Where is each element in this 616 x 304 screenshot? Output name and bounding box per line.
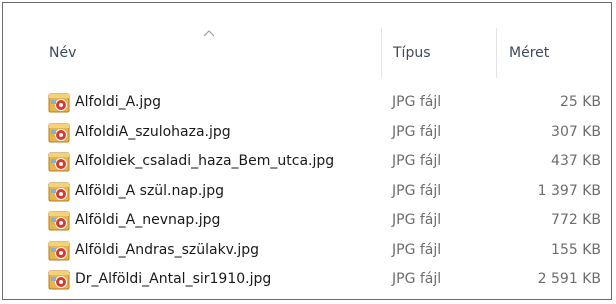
file-size: 437 KB [551, 153, 601, 169]
file-list: Alfoldi_A.jpg JPG fájl 25 KB AlfoldiA_sz… [3, 88, 611, 295]
file-name[interactable]: Dr_Alföldi_Antal_sir1910.jpg [75, 271, 271, 287]
file-name[interactable]: Alföldi_Andras_szülakv.jpg [75, 242, 259, 258]
file-row[interactable]: AlfoldiA_szulohaza.jpg JPG fájl 307 KB [3, 118, 611, 148]
file-type: JPG fájl [392, 271, 442, 287]
file-type: JPG fájl [392, 94, 442, 110]
file-row[interactable]: Alfoldiek_csaladi_haza_Bem_utca.jpg JPG … [3, 147, 611, 177]
sort-ascending-icon[interactable] [203, 29, 215, 37]
file-size: 2 591 KB [537, 271, 601, 287]
jpg-file-icon [48, 241, 70, 260]
file-type: JPG fájl [392, 153, 442, 169]
file-name[interactable]: Alföldi_A_nevnap.jpg [75, 212, 220, 228]
jpg-file-icon [48, 152, 70, 172]
file-type: JPG fájl [392, 182, 442, 199]
column-header-name[interactable]: Név [49, 45, 76, 61]
file-list-window: Név Típus Méret Alfoldi_A.jpg JPG fájl 2… [2, 2, 612, 300]
file-type: JPG fájl [392, 123, 442, 140]
column-header-size[interactable]: Méret [509, 45, 549, 61]
column-divider[interactable] [381, 28, 382, 78]
file-row[interactable]: Alföldi_Andras_szülakv.jpg JPG fájl 155 … [3, 236, 611, 266]
jpg-file-icon [48, 93, 70, 113]
column-divider[interactable] [496, 28, 497, 78]
jpg-file-icon [48, 182, 70, 201]
file-row[interactable]: Alföldi_A_nevnap.jpg JPG fájl 772 KB [3, 206, 611, 236]
file-size: 772 KB [551, 212, 601, 228]
column-header-type[interactable]: Típus [393, 45, 431, 61]
jpg-file-icon [48, 270, 70, 290]
file-name[interactable]: Alfoldi_A.jpg [75, 94, 161, 110]
jpg-file-icon [48, 123, 70, 142]
file-type: JPG fájl [392, 241, 442, 258]
column-header-bar: Név Típus Méret [3, 3, 611, 85]
file-row[interactable]: Alföldi_A szül.nap.jpg JPG fájl 1 397 KB [3, 177, 611, 207]
file-row[interactable]: Alfoldi_A.jpg JPG fájl 25 KB [3, 88, 611, 118]
file-size: 307 KB [551, 123, 601, 140]
file-row[interactable]: Dr_Alföldi_Antal_sir1910.jpg JPG fájl 2 … [3, 265, 611, 295]
jpg-file-icon [48, 211, 70, 231]
file-name[interactable]: Alfoldiek_csaladi_haza_Bem_utca.jpg [75, 153, 334, 169]
file-size: 25 KB [559, 94, 601, 110]
file-name[interactable]: AlfoldiA_szulohaza.jpg [75, 124, 231, 140]
file-size: 1 397 KB [537, 182, 601, 199]
file-name[interactable]: Alföldi_A szül.nap.jpg [75, 183, 224, 199]
file-size: 155 KB [551, 241, 601, 258]
file-type: JPG fájl [392, 212, 442, 228]
